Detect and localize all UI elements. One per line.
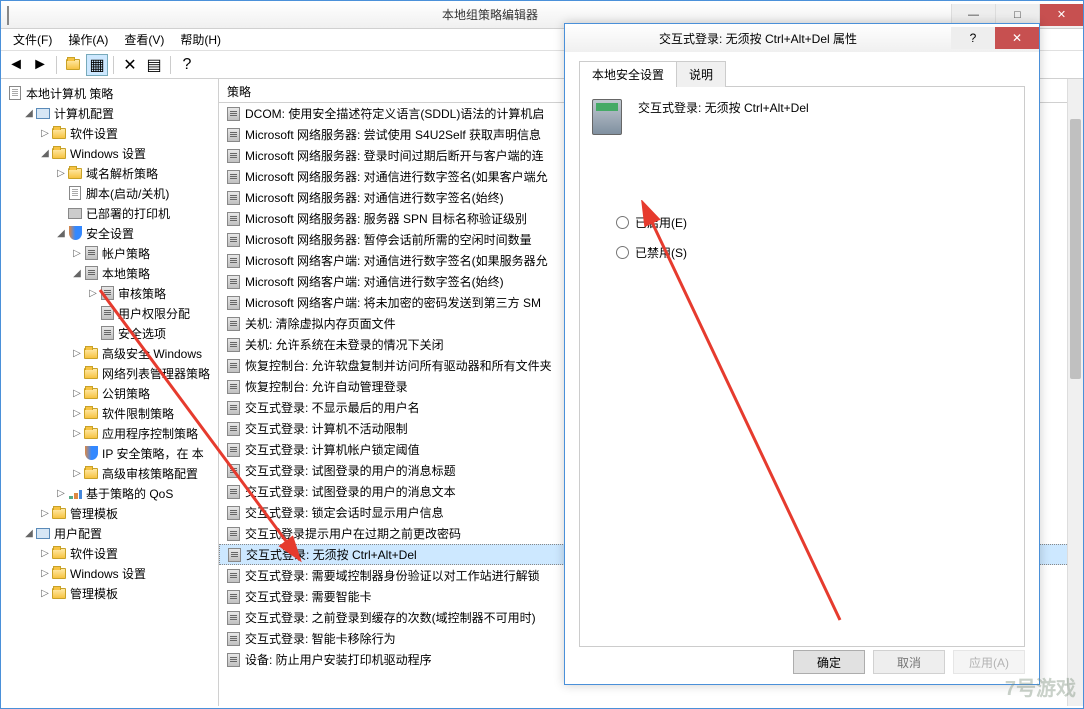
tree-audit-policy[interactable]: ▷审核策略	[85, 283, 218, 303]
up-button[interactable]	[62, 54, 84, 76]
tree-computer-config[interactable]: ◢计算机配置	[21, 103, 218, 123]
radio-enabled[interactable]: 已启用(E)	[616, 207, 1012, 237]
menu-help[interactable]: 帮助(H)	[172, 29, 229, 50]
close-button[interactable]: ✕	[1039, 4, 1083, 26]
radio-disabled[interactable]: 已禁用(S)	[616, 237, 1012, 267]
dialog-help-button[interactable]: ?	[951, 27, 995, 49]
help-button[interactable]: ?	[176, 54, 198, 76]
dialog-footer: 确定 取消 应用(A)	[793, 650, 1025, 674]
tree-local-policy[interactable]: ◢本地策略	[69, 263, 218, 283]
menu-action[interactable]: 操作(A)	[60, 29, 116, 50]
tree-user-config[interactable]: ◢用户配置	[21, 523, 218, 543]
tree-adv-audit[interactable]: ▷高级审核策略配置	[69, 463, 218, 483]
tree-admin-templates[interactable]: ▷管理模板	[37, 503, 218, 523]
tree-security[interactable]: ◢安全设置	[53, 223, 218, 243]
tree-user-rights[interactable]: 用户权限分配	[85, 303, 218, 323]
back-button[interactable]: ◄	[5, 54, 27, 76]
watermark: 7号游戏	[1005, 672, 1076, 701]
dialog-close-button[interactable]: ✕	[995, 27, 1039, 49]
tree-scripts[interactable]: 脚本(启动/关机)	[53, 183, 218, 203]
tree-name-resolution[interactable]: ▷域名解析策略	[53, 163, 218, 183]
tree-security-options[interactable]: 安全选项	[85, 323, 218, 343]
forward-button[interactable]: ►	[29, 54, 51, 76]
menu-file[interactable]: 文件(F)	[5, 29, 60, 50]
tree-soft-restrict[interactable]: ▷软件限制策略	[69, 403, 218, 423]
tab-content: 交互式登录: 无须按 Ctrl+Alt+Del 已启用(E) 已禁用(S)	[579, 87, 1025, 647]
tree-windows-settings[interactable]: ◢Windows 设置	[37, 143, 218, 163]
tree-printers[interactable]: 已部署的打印机	[53, 203, 218, 223]
delete-button[interactable]: ✕	[119, 54, 141, 76]
tree-u-admin[interactable]: ▷管理模板	[37, 583, 218, 603]
window-title: 本地组策略编辑器	[29, 6, 951, 23]
policy-title: 交互式登录: 无须按 Ctrl+Alt+Del	[638, 99, 809, 116]
tree-pane[interactable]: 本地计算机 策略 ◢计算机配置 ▷软件设置 ◢Windows 设置 ▷域名解析策…	[1, 79, 219, 706]
tree-netlist[interactable]: 网络列表管理器策略	[69, 363, 218, 383]
dialog-tabs: 本地安全设置 说明	[579, 60, 1025, 87]
tree-root-node[interactable]: 本地计算机 策略	[5, 83, 218, 103]
tree-u-windows[interactable]: ▷Windows 设置	[37, 563, 218, 583]
tree-pubkey[interactable]: ▷公钥策略	[69, 383, 218, 403]
tree-qos[interactable]: ▷基于策略的 QoS	[53, 483, 218, 503]
radio-group: 已启用(E) 已禁用(S)	[616, 207, 1012, 267]
list-scrollbar[interactable]	[1067, 79, 1083, 706]
ok-button[interactable]: 确定	[793, 650, 865, 674]
tree-software-settings[interactable]: ▷软件设置	[37, 123, 218, 143]
apply-button[interactable]: 应用(A)	[953, 650, 1025, 674]
properties-button[interactable]: ▤	[143, 54, 165, 76]
properties-dialog: 交互式登录: 无须按 Ctrl+Alt+Del 属性 ? ✕ 本地安全设置 说明…	[564, 23, 1040, 685]
tree-ipsec[interactable]: IP 安全策略，在 本	[69, 443, 218, 463]
menu-view[interactable]: 查看(V)	[116, 29, 172, 50]
dialog-titlebar: 交互式登录: 无须按 Ctrl+Alt+Del 属性 ? ✕	[565, 24, 1039, 52]
cancel-button[interactable]: 取消	[873, 650, 945, 674]
tree-app-control[interactable]: ▷应用程序控制策略	[69, 423, 218, 443]
show-hide-button[interactable]: ▦	[86, 54, 108, 76]
tree-account-policy[interactable]: ▷帐户策略	[69, 243, 218, 263]
tree-u-software[interactable]: ▷软件设置	[37, 543, 218, 563]
tree-advanced-security[interactable]: ▷高级安全 Windows	[69, 343, 218, 363]
tab-explain[interactable]: 说明	[676, 61, 726, 87]
dialog-body: 本地安全设置 说明 交互式登录: 无须按 Ctrl+Alt+Del 已启用(E)…	[565, 52, 1039, 642]
tab-local-security[interactable]: 本地安全设置	[579, 61, 677, 87]
policy-icon	[592, 99, 624, 137]
app-icon	[7, 7, 23, 23]
dialog-title: 交互式登录: 无须按 Ctrl+Alt+Del 属性	[565, 30, 951, 47]
